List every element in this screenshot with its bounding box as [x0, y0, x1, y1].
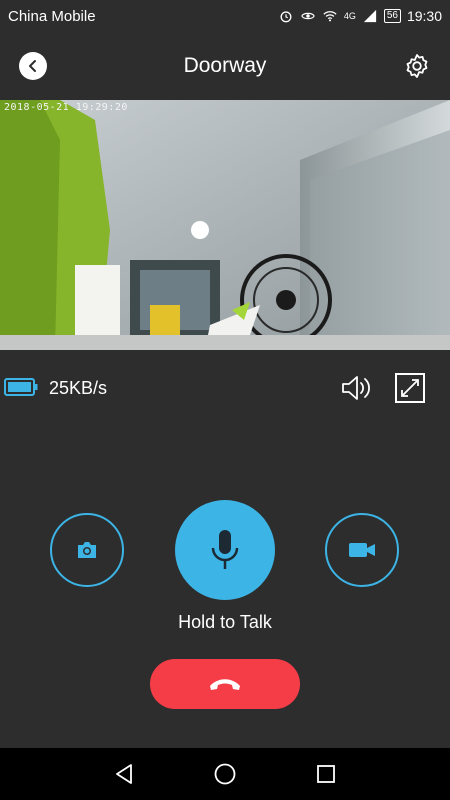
fullscreen-icon[interactable]	[395, 373, 425, 403]
stream-rate: 25KB/s	[49, 378, 108, 398]
record-button[interactable]	[325, 513, 399, 587]
battery-icon	[4, 378, 38, 396]
camera-timestamp: 2018-05-21 19:29:20	[4, 102, 128, 113]
camera-feed[interactable]: 2018-05-21 19:29:20	[0, 100, 450, 350]
nav-home-icon[interactable]	[213, 762, 237, 786]
eye-icon	[301, 12, 315, 20]
alarm-icon	[280, 11, 292, 23]
back-button[interactable]	[19, 52, 47, 80]
talk-label: Hold to Talk	[178, 612, 272, 632]
phone-hangup-icon	[210, 679, 240, 690]
snapshot-button[interactable]	[50, 513, 124, 587]
wifi-icon	[323, 11, 337, 22]
nav-recents-icon[interactable]	[314, 762, 338, 786]
clock: 19:30	[406, 8, 442, 24]
carrier-label: China Mobile	[8, 7, 96, 25]
camera-image	[0, 100, 450, 350]
settings-gear-icon[interactable]	[403, 52, 431, 80]
stream-controls: 25KB/s	[0, 350, 450, 426]
network-type: 4G	[343, 11, 356, 21]
battery-level: 56	[383, 9, 401, 23]
hold-to-talk-button[interactable]	[175, 500, 275, 600]
hang-up-button[interactable]	[150, 659, 300, 709]
system-nav-bar	[0, 748, 450, 800]
status-bar: China Mobile 4G 56 19:30	[0, 0, 450, 32]
chevron-left-icon	[29, 60, 36, 72]
signal-icon	[363, 9, 376, 23]
camera-icon	[78, 542, 96, 558]
microphone-icon	[211, 530, 239, 569]
status-icons: 4G 56 19:30	[278, 8, 442, 24]
app-bar: Doorway	[0, 32, 450, 100]
speaker-icon[interactable]	[340, 373, 374, 403]
video-camera-icon	[349, 543, 375, 557]
page-title: Doorway	[183, 54, 267, 77]
nav-back-icon[interactable]	[112, 762, 136, 786]
